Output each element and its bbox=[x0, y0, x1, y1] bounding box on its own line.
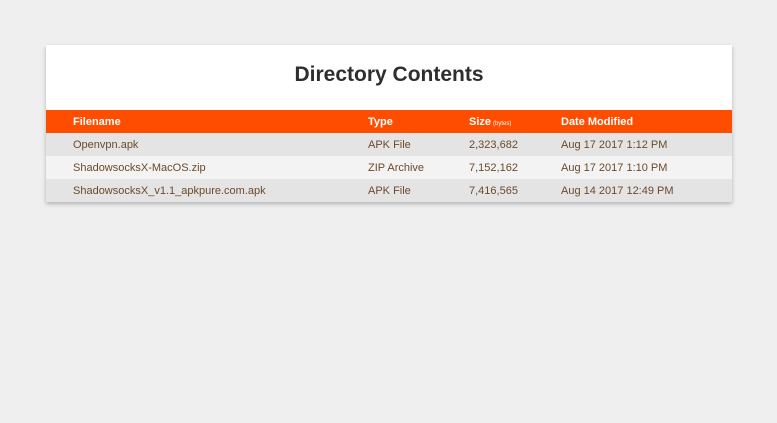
type-cell: APK File bbox=[368, 138, 411, 151]
date-cell: Aug 17 2017 1:10 PM bbox=[561, 161, 668, 174]
filename-cell[interactable]: ShadowsocksX-MacOS.zip bbox=[46, 156, 368, 179]
date-cell: Aug 14 2017 12:49 PM bbox=[561, 184, 674, 197]
file-link[interactable]: ShadowsocksX_v1.1_apkpure.com.apk bbox=[73, 185, 266, 197]
directory-table: Filename Type Size (bytes) Date Modified … bbox=[46, 110, 732, 202]
type-cell: ZIP Archive bbox=[368, 161, 425, 174]
filename-cell[interactable]: ShadowsocksX_v1.1_apkpure.com.apk bbox=[46, 179, 368, 202]
file-link[interactable]: Openvpn.apk bbox=[73, 139, 138, 151]
table-row[interactable]: ShadowsocksX-MacOS.zip ZIP Archive 7,152… bbox=[46, 156, 732, 179]
size-unit-label: (bytes) bbox=[493, 120, 512, 127]
size-cell: 7,416,565 bbox=[469, 184, 518, 197]
directory-panel: Directory Contents Filename Type Size (by… bbox=[46, 45, 732, 202]
column-header-type[interactable]: Type bbox=[368, 110, 469, 133]
size-cell: 7,152,162 bbox=[469, 161, 518, 174]
page-title: Directory Contents bbox=[294, 63, 484, 86]
column-header-filename[interactable]: Filename bbox=[46, 110, 368, 133]
file-link[interactable]: ShadowsocksX-MacOS.zip bbox=[73, 162, 206, 174]
column-header-size[interactable]: Size (bytes) bbox=[469, 110, 561, 133]
filename-cell[interactable]: Openvpn.apk bbox=[46, 133, 368, 156]
column-header-date-modified[interactable]: Date Modified bbox=[561, 110, 732, 133]
size-cell: 2,323,682 bbox=[469, 138, 518, 151]
table-row[interactable]: ShadowsocksX_v1.1_apkpure.com.apk APK Fi… bbox=[46, 179, 732, 202]
type-cell: APK File bbox=[368, 184, 411, 197]
table-header-row: Filename Type Size (bytes) Date Modified bbox=[46, 110, 732, 133]
date-cell: Aug 17 2017 1:12 PM bbox=[561, 138, 668, 151]
table-row[interactable]: Openvpn.apk APK File 2,323,682 Aug 17 20… bbox=[46, 133, 732, 156]
